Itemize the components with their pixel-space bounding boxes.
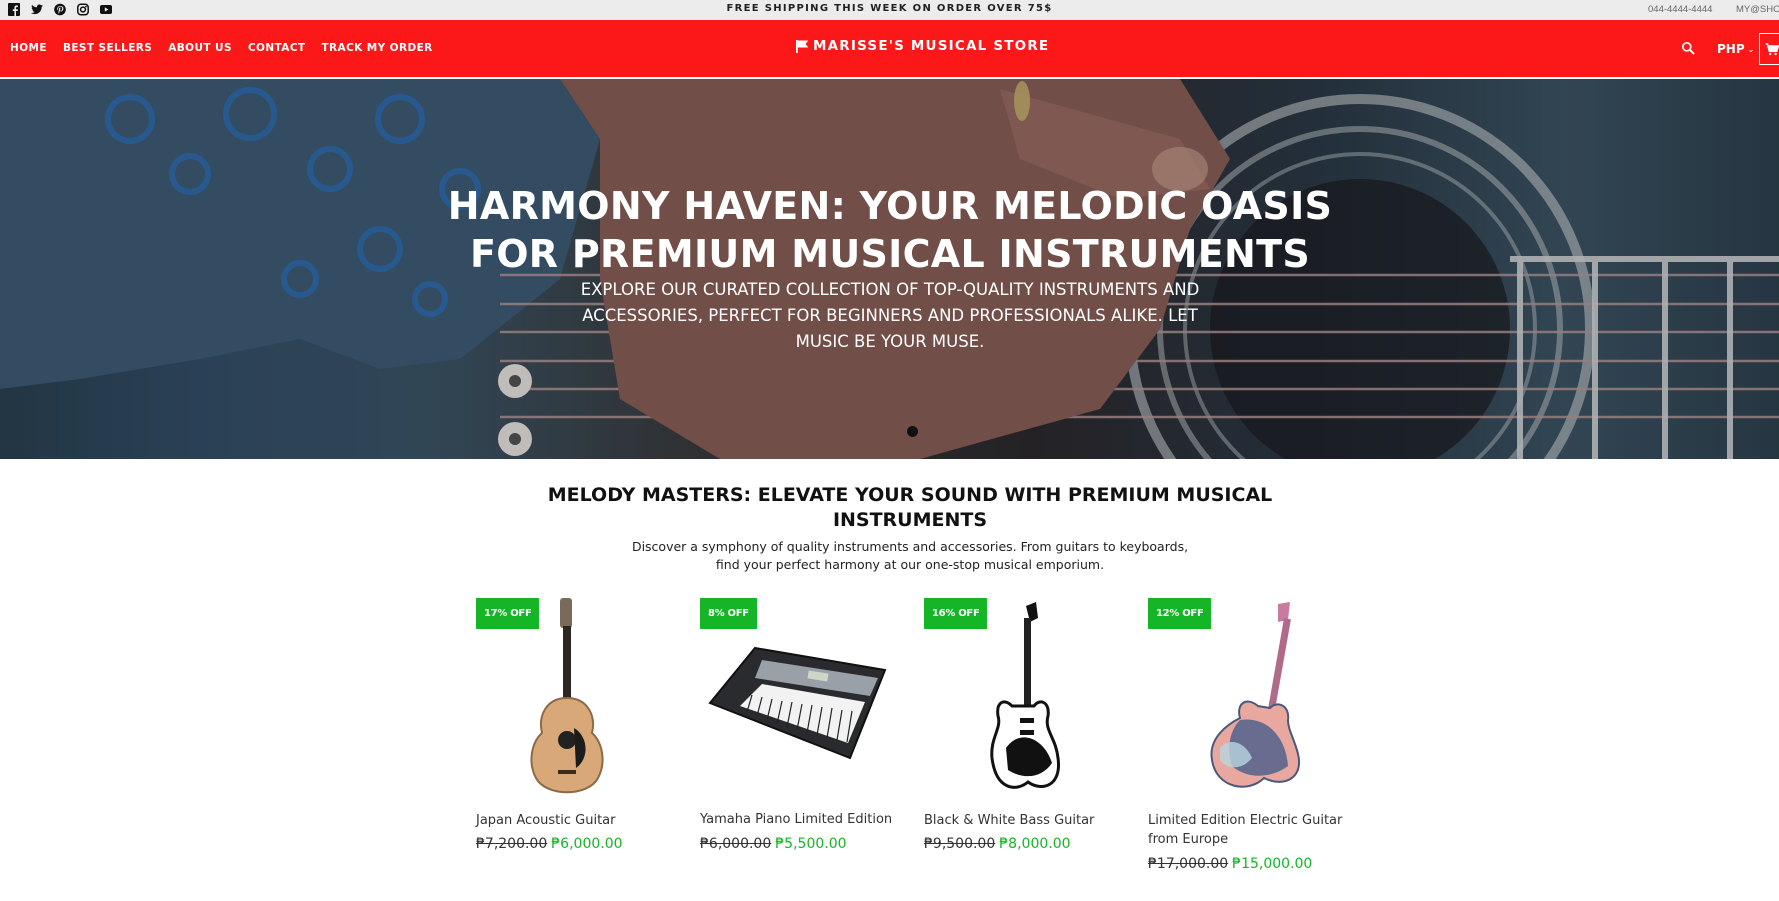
original-price: ₱7,200.00 <box>476 836 548 852</box>
discount-badge: 16% OFF <box>924 598 988 629</box>
product-name[interactable]: Japan Acoustic Guitar <box>476 811 676 830</box>
sale-price: ₱15,000.00 <box>1232 856 1313 872</box>
flag-icon <box>796 39 809 53</box>
sale-price: ₱5,500.00 <box>775 836 847 852</box>
main-nav: HOME BEST SELLERS ABOUT US CONTACT TRACK… <box>10 42 433 54</box>
sale-price: ₱6,000.00 <box>551 836 623 852</box>
sale-price: ₱8,000.00 <box>999 836 1071 852</box>
phone-number[interactable]: 044-4444-4444 <box>1648 4 1712 15</box>
nav-best-sellers[interactable]: BEST SELLERS <box>63 42 152 54</box>
product-price: ₱9,500.00 ₱8,000.00 <box>924 836 1071 852</box>
discount-badge: 12% OFF <box>1148 598 1212 629</box>
section-title: MELODY MASTERS: ELEVATE YOUR SOUND WITH … <box>547 484 1273 531</box>
original-price: ₱17,000.00 <box>1148 856 1229 872</box>
announcement-text: FREE SHIPPING THIS WEEK ON ORDER OVER 75… <box>726 3 1053 14</box>
announcement-bar: FREE SHIPPING THIS WEEK ON ORDER OVER 75… <box>0 0 1779 20</box>
email-address[interactable]: MY@SHOP <box>1736 4 1779 15</box>
search-icon[interactable] <box>1681 40 1695 55</box>
original-price: ₱9,500.00 <box>924 836 996 852</box>
nav-home[interactable]: HOME <box>10 42 47 54</box>
product-price: ₱17,000.00 ₱15,000.00 <box>1148 856 1312 872</box>
product-price: ₱6,000.00 ₱5,500.00 <box>700 836 847 852</box>
hero-subtitle: EXPLORE OUR CURATED COLLECTION OF TOP-QU… <box>580 280 1200 351</box>
nav-about-us[interactable]: ABOUT US <box>168 42 232 54</box>
product-price: ₱7,200.00 ₱6,000.00 <box>476 836 623 852</box>
slideshow-dot[interactable] <box>907 426 918 437</box>
original-price: ₱6,000.00 <box>700 836 772 852</box>
hero-title: HARMONY HAVEN: YOUR MELODIC OASIS FOR PR… <box>447 184 1333 276</box>
cart-icon <box>1765 43 1779 56</box>
store-name: MARISSE'S MUSICAL STORE <box>813 38 1050 54</box>
cart-button[interactable] <box>1759 33 1779 65</box>
chevron-down-icon: ⌄ <box>1747 44 1755 54</box>
hero-banner[interactable]: HARMONY HAVEN: YOUR MELODIC OASIS FOR PR… <box>0 79 1779 459</box>
discount-badge: 8% OFF <box>700 598 757 629</box>
nav-contact[interactable]: CONTACT <box>248 42 306 54</box>
store-logo[interactable]: MARISSE'S MUSICAL STORE <box>795 38 1049 54</box>
product-name[interactable]: Black & White Bass Guitar <box>924 811 1124 830</box>
currency-label: PHP <box>1717 42 1745 56</box>
site-header: HOME BEST SELLERS ABOUT US CONTACT TRACK… <box>0 20 1779 78</box>
discount-badge: 17% OFF <box>476 598 540 629</box>
product-name[interactable]: Yamaha Piano Limited Edition <box>700 810 900 829</box>
product-name[interactable]: Limited Edition Electric Guitar from Eur… <box>1148 811 1348 849</box>
nav-track-my-order[interactable]: TRACK MY ORDER <box>322 42 433 54</box>
section-description: Discover a symphony of quality instrumen… <box>631 539 1189 572</box>
currency-selector[interactable]: PHP ⌄ <box>1717 42 1754 56</box>
